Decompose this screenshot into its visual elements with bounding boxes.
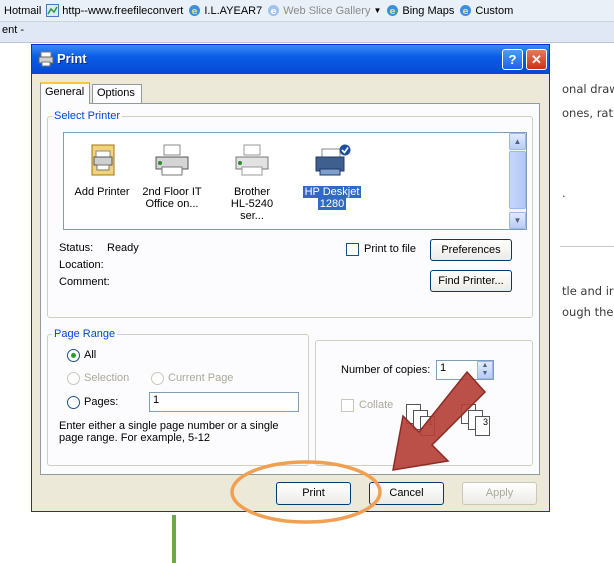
page-text-line: . <box>562 186 566 200</box>
collate-label: Collate <box>359 399 394 411</box>
comment-label: Comment: <box>59 276 110 288</box>
scroll-down-icon[interactable]: ▼ <box>509 212 526 229</box>
svg-text:e: e <box>390 7 396 17</box>
page-text-line: onal draw <box>562 82 614 96</box>
ie-icon: e <box>387 5 399 17</box>
collate-page-icon: 1 <box>420 416 435 436</box>
svg-text:e: e <box>463 7 469 17</box>
printer-add-printer[interactable]: Add Printer <box>70 143 134 198</box>
tab-general[interactable]: General <box>40 82 90 104</box>
copies-spinner-icon[interactable]: ▲ ▼ <box>477 361 493 379</box>
tab-options[interactable]: Options <box>92 84 142 103</box>
ie-icon: e <box>268 5 280 17</box>
printer-2nd-floor-it[interactable]: 2nd Floor IT Office on... <box>140 143 204 210</box>
page-range-hint: Enter either a single page number or a s… <box>59 420 279 444</box>
page-range-selection-radio[interactable] <box>67 372 80 385</box>
scroll-up-icon[interactable]: ▲ <box>509 133 526 150</box>
page-range-all-radio[interactable] <box>67 349 80 362</box>
scrollbar-thumb[interactable] <box>509 151 526 209</box>
page-range-all-label: All <box>84 349 97 361</box>
page-text-line: ough the <box>562 305 614 319</box>
print-to-file-label: Print to file <box>364 243 416 255</box>
dialog-title: Print <box>57 51 87 66</box>
browser-tab-strip: ent - <box>0 22 614 43</box>
page-range-selection-label: Selection <box>84 372 130 384</box>
select-printer-legend: Select Printer <box>54 110 121 122</box>
collate-checkbox[interactable] <box>341 399 354 412</box>
favorite-label: Hotmail <box>4 4 42 17</box>
favorite-web-slice-gallery[interactable]: e Web Slice Gallery ▼ <box>267 4 381 17</box>
find-printer-button[interactable]: Find Printer... <box>430 270 512 292</box>
favorite-freefileconvert[interactable]: http--www.freefileconvert <box>46 4 183 17</box>
favorites-bar: Hotmail http--www.freefileconvert e I.L.… <box>0 0 614 22</box>
status-value: Ready <box>107 242 139 254</box>
printer-brother[interactable]: Brother HL-5240 ser... <box>220 143 284 222</box>
favorite-ilayear7[interactable]: e I.L.AYEAR7 <box>188 4 262 17</box>
web-page-icon <box>46 4 60 17</box>
status-label: Status: <box>59 242 94 254</box>
favorite-label: Bing Maps <box>402 4 455 17</box>
favorite-bing-maps[interactable]: e Bing Maps <box>386 4 454 17</box>
page-range-pages-label: Pages: <box>84 396 119 408</box>
printer-name-detail: HL-5240 ser... <box>230 198 274 222</box>
printer-icon <box>235 144 269 176</box>
location-label: Location: <box>59 259 104 271</box>
favorite-label: http--www.freefileconvert <box>62 4 184 17</box>
printer-icon <box>155 144 189 176</box>
printer-name: Brother <box>233 186 271 198</box>
preferences-button[interactable]: Preferences <box>430 239 512 261</box>
page-range-current-page-radio[interactable] <box>151 372 164 385</box>
add-printer-icon <box>91 144 115 176</box>
tab-panel-general: Select Printer Add Printer 2nd Floor IT … <box>40 103 540 475</box>
print-to-file-checkbox[interactable] <box>346 243 359 256</box>
page-range-legend: Page Range <box>54 328 116 340</box>
page-range-pages-radio[interactable] <box>67 396 80 409</box>
page-range-current-page-label: Current Page <box>168 372 234 384</box>
printer-hp-deskjet[interactable]: HP Deskjet 1280 <box>300 143 364 210</box>
printer-name-detail: 1280 <box>317 198 347 210</box>
favorite-label: Custom <box>475 4 514 17</box>
favorite-label: I.L.AYEAR7 <box>204 4 263 17</box>
dropdown-arrow-icon[interactable]: ▼ <box>373 6 381 15</box>
print-button[interactable]: Print <box>276 482 351 505</box>
cancel-button[interactable]: Cancel <box>369 482 444 505</box>
copies-label: Number of copies: <box>341 364 431 376</box>
apply-button[interactable]: Apply <box>462 482 537 505</box>
printer-name-detail: Office on... <box>145 198 199 210</box>
printer-name: HP Deskjet <box>302 186 362 198</box>
printer-list[interactable]: Add Printer 2nd Floor IT Office on... Br… <box>63 132 527 230</box>
browser-tab-title[interactable]: ent - <box>2 24 24 36</box>
svg-text:e: e <box>192 7 198 17</box>
dialog-title-bar[interactable]: Print ? ✕ <box>32 45 549 74</box>
ie-icon: e <box>460 5 472 17</box>
favorite-hotmail[interactable]: Hotmail <box>4 5 41 17</box>
help-button[interactable]: ? <box>502 49 523 70</box>
svg-text:e: e <box>271 7 277 17</box>
close-button[interactable]: ✕ <box>526 49 547 70</box>
printer-list-scrollbar[interactable]: ▲ ▼ <box>509 133 526 229</box>
favorite-label: Web Slice Gallery <box>283 4 371 17</box>
print-dialog: Print ? ✕ General Options Select Printer… <box>31 44 550 512</box>
ie-icon: e <box>189 5 201 17</box>
printer-icon <box>38 51 54 67</box>
page-text-line: tle and ir <box>562 284 614 298</box>
favorite-custom[interactable]: e Custom <box>459 4 513 17</box>
collate-page-icon: 3 <box>475 416 490 436</box>
page-text-line: ones, rat <box>562 106 613 120</box>
page-divider <box>560 246 614 247</box>
printer-name: 2nd Floor IT <box>142 186 202 198</box>
printer-name: Add Printer <box>74 186 130 198</box>
pages-input[interactable]: 1 <box>149 392 299 412</box>
default-printer-icon <box>315 144 351 176</box>
